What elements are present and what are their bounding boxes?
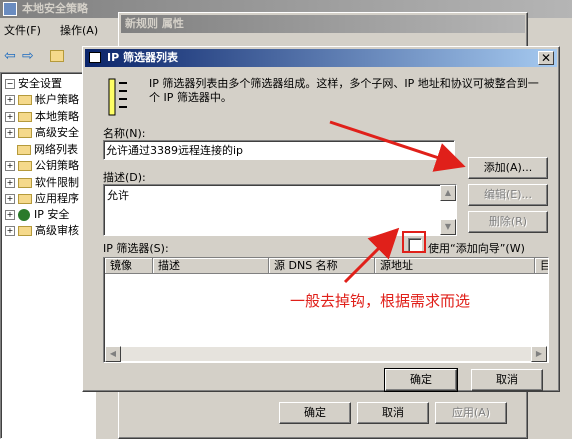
menu-file[interactable]: 文件(F)	[4, 22, 41, 40]
column-header-source-address[interactable]: 源地址	[375, 258, 535, 274]
tree-label: 应用程序	[35, 192, 79, 205]
folder-icon	[18, 226, 32, 236]
folder-icon	[18, 112, 32, 122]
wizard-checkbox[interactable]	[408, 238, 422, 252]
expand-toggle[interactable]: +	[5, 128, 15, 138]
filter-icon	[107, 77, 129, 117]
name-label: 名称(N):	[103, 127, 146, 140]
scroll-right-icon[interactable]: ▶	[531, 346, 547, 362]
tree-label: 网络列表	[34, 143, 78, 156]
tree-label: 安全设置	[18, 77, 62, 90]
folder-icon	[17, 145, 31, 155]
menu-action[interactable]: 操作(A)	[60, 22, 98, 40]
horizontal-scrollbar[interactable]: ◀ ▶	[105, 346, 547, 362]
scroll-left-icon[interactable]: ◀	[105, 346, 121, 362]
dialog-window-icon	[89, 52, 101, 63]
column-header-source-dns[interactable]: 源 DNS 名称	[269, 258, 375, 274]
up-folder-icon[interactable]	[50, 50, 64, 62]
column-header-description[interactable]: 描述	[153, 258, 269, 274]
expand-toggle[interactable]: +	[5, 178, 15, 188]
folder-icon	[18, 161, 32, 171]
ip-filter-list-title: IP 筛选器列表	[107, 51, 178, 64]
name-input[interactable]	[103, 140, 455, 160]
description-textarea[interactable]: 允许 ▲ ▼	[103, 184, 457, 236]
expand-toggle[interactable]: +	[5, 161, 15, 171]
dialog-cancel-button[interactable]: 取消	[471, 369, 543, 391]
folder-icon	[18, 128, 32, 138]
expand-toggle[interactable]: +	[5, 194, 15, 204]
tree-label: 软件限制	[35, 176, 79, 189]
tree-item-public-key[interactable]: + 公钥策略	[3, 158, 79, 174]
tree-item-app-control[interactable]: + 应用程序	[3, 191, 79, 207]
column-header-destination[interactable]: 目	[535, 258, 548, 274]
tree-label: IP 安全	[34, 208, 70, 221]
tree-label: 帐户策略	[35, 93, 79, 106]
folder-icon	[18, 95, 32, 105]
ip-filter-list-titlebar: IP 筛选器列表 ✕	[85, 49, 557, 67]
tree-label: 高级审核	[35, 224, 79, 237]
rule-properties-title: 新规则 属性	[125, 17, 184, 30]
description-text: 允许	[107, 189, 129, 202]
forward-arrow-icon[interactable]: ⇨	[22, 48, 34, 64]
close-icon[interactable]: ✕	[538, 51, 554, 65]
delete-button[interactable]: 删除(R)	[468, 211, 548, 233]
description-label: 描述(D):	[103, 171, 146, 184]
expand-toggle[interactable]: −	[5, 79, 15, 89]
shield-icon	[18, 209, 30, 221]
expand-toggle[interactable]: +	[5, 210, 15, 220]
folder-icon	[18, 194, 32, 204]
dialog-description: IP 筛选器列表由多个筛选器组成。这样，多个子网、IP 地址和协议可被整合到一个…	[149, 77, 539, 104]
tree-item-network-list[interactable]: 网络列表	[17, 142, 78, 158]
tree-label: 高级安全	[35, 126, 79, 139]
rule-apply-button[interactable]: 应用(A)	[435, 402, 507, 424]
annotation-text: 一般去掉钩，根据需求而选	[290, 292, 471, 310]
ip-filters-label: IP 筛选器(S):	[103, 242, 169, 255]
scroll-up-icon[interactable]: ▲	[440, 185, 456, 201]
tree-item-account-policy[interactable]: + 帐户策略	[3, 92, 79, 108]
tree-item-advanced-security[interactable]: + 高级安全	[3, 125, 79, 141]
tree-item-advanced-audit[interactable]: + 高级审核	[3, 223, 79, 239]
tree-label: 本地策略	[35, 110, 79, 123]
expand-toggle[interactable]: +	[5, 226, 15, 236]
wizard-checkbox-label[interactable]: 使用“添加向导”(W)	[428, 240, 525, 256]
tree-label: 公钥策略	[35, 159, 79, 172]
expand-toggle[interactable]: +	[5, 95, 15, 105]
tree-item-software-restriction[interactable]: + 软件限制	[3, 175, 79, 191]
console-app-icon	[3, 2, 17, 16]
tree-item-ip-security[interactable]: + IP 安全	[3, 207, 69, 223]
rule-ok-button[interactable]: 确定	[279, 402, 351, 424]
column-header-mirror[interactable]: 镜像	[105, 258, 153, 274]
dialog-ok-button[interactable]: 确定	[384, 368, 458, 392]
console-title: 本地安全策略	[22, 2, 88, 15]
edit-button[interactable]: 编辑(E)...	[468, 184, 548, 206]
expand-toggle[interactable]: +	[5, 112, 15, 122]
rule-properties-titlebar: 新规则 属性	[121, 15, 525, 33]
folder-icon	[18, 178, 32, 188]
back-arrow-icon[interactable]: ⇦	[4, 48, 16, 64]
scroll-down-icon[interactable]: ▼	[440, 219, 456, 235]
tree-item-local-policy[interactable]: + 本地策略	[3, 109, 79, 125]
ip-filter-list-dialog: IP 筛选器列表 ✕ IP 筛选器列表由多个筛选器组成。这样，多个子网、IP 地…	[82, 46, 560, 392]
add-button[interactable]: 添加(A)...	[468, 157, 548, 179]
rule-cancel-button[interactable]: 取消	[357, 402, 429, 424]
tree-item-security-settings[interactable]: − 安全设置	[3, 76, 62, 92]
